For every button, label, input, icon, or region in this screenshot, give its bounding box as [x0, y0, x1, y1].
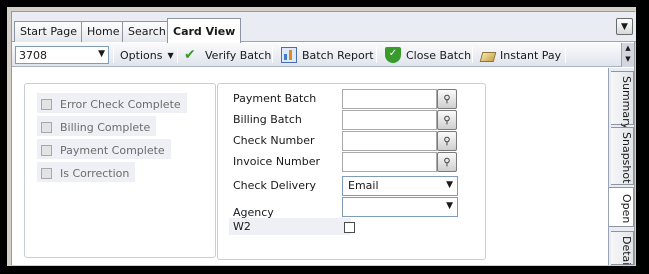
side-tab-label: Summary — [620, 76, 633, 130]
chevron-up-icon: ▲ — [625, 44, 631, 52]
batch-status-group: Error Check Complete Billing Complete Pa… — [24, 83, 216, 258]
close-batch-label: Close Batch — [406, 48, 472, 62]
billing-batch-label: Billing Batch — [233, 113, 302, 126]
instant-pay-button[interactable]: Instant Pay — [479, 46, 562, 64]
checkbox-label: Billing Complete — [60, 121, 151, 134]
verify-batch-button[interactable]: ✔ Verify Batch — [184, 46, 271, 64]
lookup-binoculars-icon: ⚲ — [443, 114, 451, 126]
frame-shadow-bottom — [10, 266, 644, 271]
check-delivery-label: Check Delivery — [233, 179, 316, 192]
tab-label: Card View — [173, 25, 236, 38]
side-tab-snapshot[interactable]: Snapshot — [611, 127, 634, 185]
check-number-label: Check Number — [233, 134, 315, 147]
toolbar-overflow-button[interactable]: ▲ ▼ — [621, 43, 634, 67]
tab-label: Search — [128, 25, 166, 38]
chevron-down-icon: ▼ — [167, 50, 174, 60]
toolbar: 3708 ▼ Options ▼ ✔ Verify Batch Batch Re… — [12, 43, 622, 67]
toolbar-separator — [177, 47, 178, 63]
chevron-down-icon: ▼ — [446, 201, 453, 211]
tab-start-page[interactable]: Start Page — [14, 21, 83, 42]
side-tab-summary[interactable]: Summary — [611, 71, 634, 129]
batch-select-value: 3708 — [19, 49, 47, 62]
side-tab-label: Detail — [620, 236, 633, 269]
checkbox-box — [41, 145, 52, 156]
w2-checkbox[interactable] — [344, 222, 355, 233]
error-check-complete-checkbox[interactable]: Error Check Complete — [37, 93, 187, 113]
instant-pay-icon — [479, 51, 497, 62]
close-batch-button[interactable]: ✓ Close Batch — [385, 46, 471, 64]
batch-report-label: Batch Report — [302, 48, 374, 62]
tab-label: Start Page — [20, 25, 77, 38]
checkmark-icon: ✔ — [184, 47, 196, 63]
card-content: Error Check Complete Billing Complete Pa… — [12, 68, 609, 265]
check-delivery-select[interactable]: Email ▼ — [342, 176, 458, 196]
payment-batch-lookup-button[interactable]: ⚲ — [437, 89, 457, 109]
checkbox-label: Is Correction — [60, 167, 130, 180]
batch-select[interactable]: 3708 ▼ — [15, 46, 109, 64]
side-tab-strip: Summary Snapshot Open Detail — [608, 68, 634, 269]
tab-home[interactable]: Home — [81, 21, 126, 42]
side-tab-open[interactable]: Open — [609, 187, 634, 227]
checkbox-label: Payment Complete — [60, 144, 165, 157]
tab-search[interactable]: Search — [122, 21, 172, 42]
chevron-down-icon: ▼ — [621, 21, 628, 32]
checkbox-box — [41, 122, 52, 133]
chevron-down-icon: ▼ — [446, 180, 453, 190]
instant-pay-label: Instant Pay — [500, 48, 562, 62]
is-correction-checkbox[interactable]: Is Correction — [37, 162, 136, 182]
agency-select[interactable]: ▼ — [342, 197, 458, 217]
toolbar-separator — [376, 47, 377, 63]
side-tab-label: Snapshot — [620, 132, 633, 184]
options-label: Options — [120, 48, 163, 62]
w2-label: W2 — [229, 218, 351, 235]
lookup-binoculars-icon: ⚲ — [443, 93, 451, 105]
side-tab-detail[interactable]: Detail — [611, 231, 634, 269]
checkbox-box — [41, 168, 52, 179]
tab-list-dropdown-button[interactable]: ▼ — [616, 18, 633, 35]
report-chart-icon — [281, 47, 297, 63]
toolbar-separator — [113, 47, 114, 63]
chevron-down-icon: ▼ — [98, 49, 105, 59]
lookup-binoculars-icon: ⚲ — [443, 135, 451, 147]
check-delivery-value: Email — [348, 179, 379, 192]
checkbox-box — [41, 99, 52, 110]
frame-shadow-right — [640, 10, 646, 268]
billing-batch-field[interactable] — [342, 110, 437, 130]
toolbar-separator — [565, 47, 566, 63]
lookup-binoculars-icon: ⚲ — [443, 156, 451, 168]
side-tab-label: Open — [620, 194, 633, 224]
tab-bar: Start Page Home Search Card View ▼ — [12, 12, 636, 43]
invoice-number-label: Invoice Number — [233, 155, 321, 168]
tab-label: Home — [87, 25, 120, 38]
verify-batch-label: Verify Batch — [205, 48, 272, 62]
check-number-lookup-button[interactable]: ⚲ — [437, 131, 457, 151]
chevron-down-icon: ▼ — [625, 55, 631, 63]
payment-batch-field[interactable] — [342, 89, 437, 109]
invoice-number-field[interactable] — [342, 152, 437, 172]
options-menu-button[interactable]: Options ▼ — [120, 46, 174, 64]
tab-card-view[interactable]: Card View — [167, 18, 242, 43]
toolbar-separator — [272, 47, 273, 63]
toolbar-separator — [472, 47, 473, 63]
batch-report-button[interactable]: Batch Report — [281, 46, 374, 64]
card-view-window: Start Page Home Search Card View ▼ 3708 … — [11, 11, 636, 269]
billing-batch-lookup-button[interactable]: ⚲ — [437, 110, 457, 130]
batch-details-group: Payment Batch ⚲ Billing Batch ⚲ Check Nu… — [217, 83, 486, 260]
invoice-number-lookup-button[interactable]: ⚲ — [437, 152, 457, 172]
payment-complete-checkbox[interactable]: Payment Complete — [37, 139, 171, 159]
checkbox-label: Error Check Complete — [60, 98, 181, 111]
check-number-field[interactable] — [342, 131, 437, 151]
shield-check-icon: ✓ — [385, 47, 401, 63]
billing-complete-checkbox[interactable]: Billing Complete — [37, 116, 157, 136]
payment-batch-label: Payment Batch — [233, 92, 317, 105]
